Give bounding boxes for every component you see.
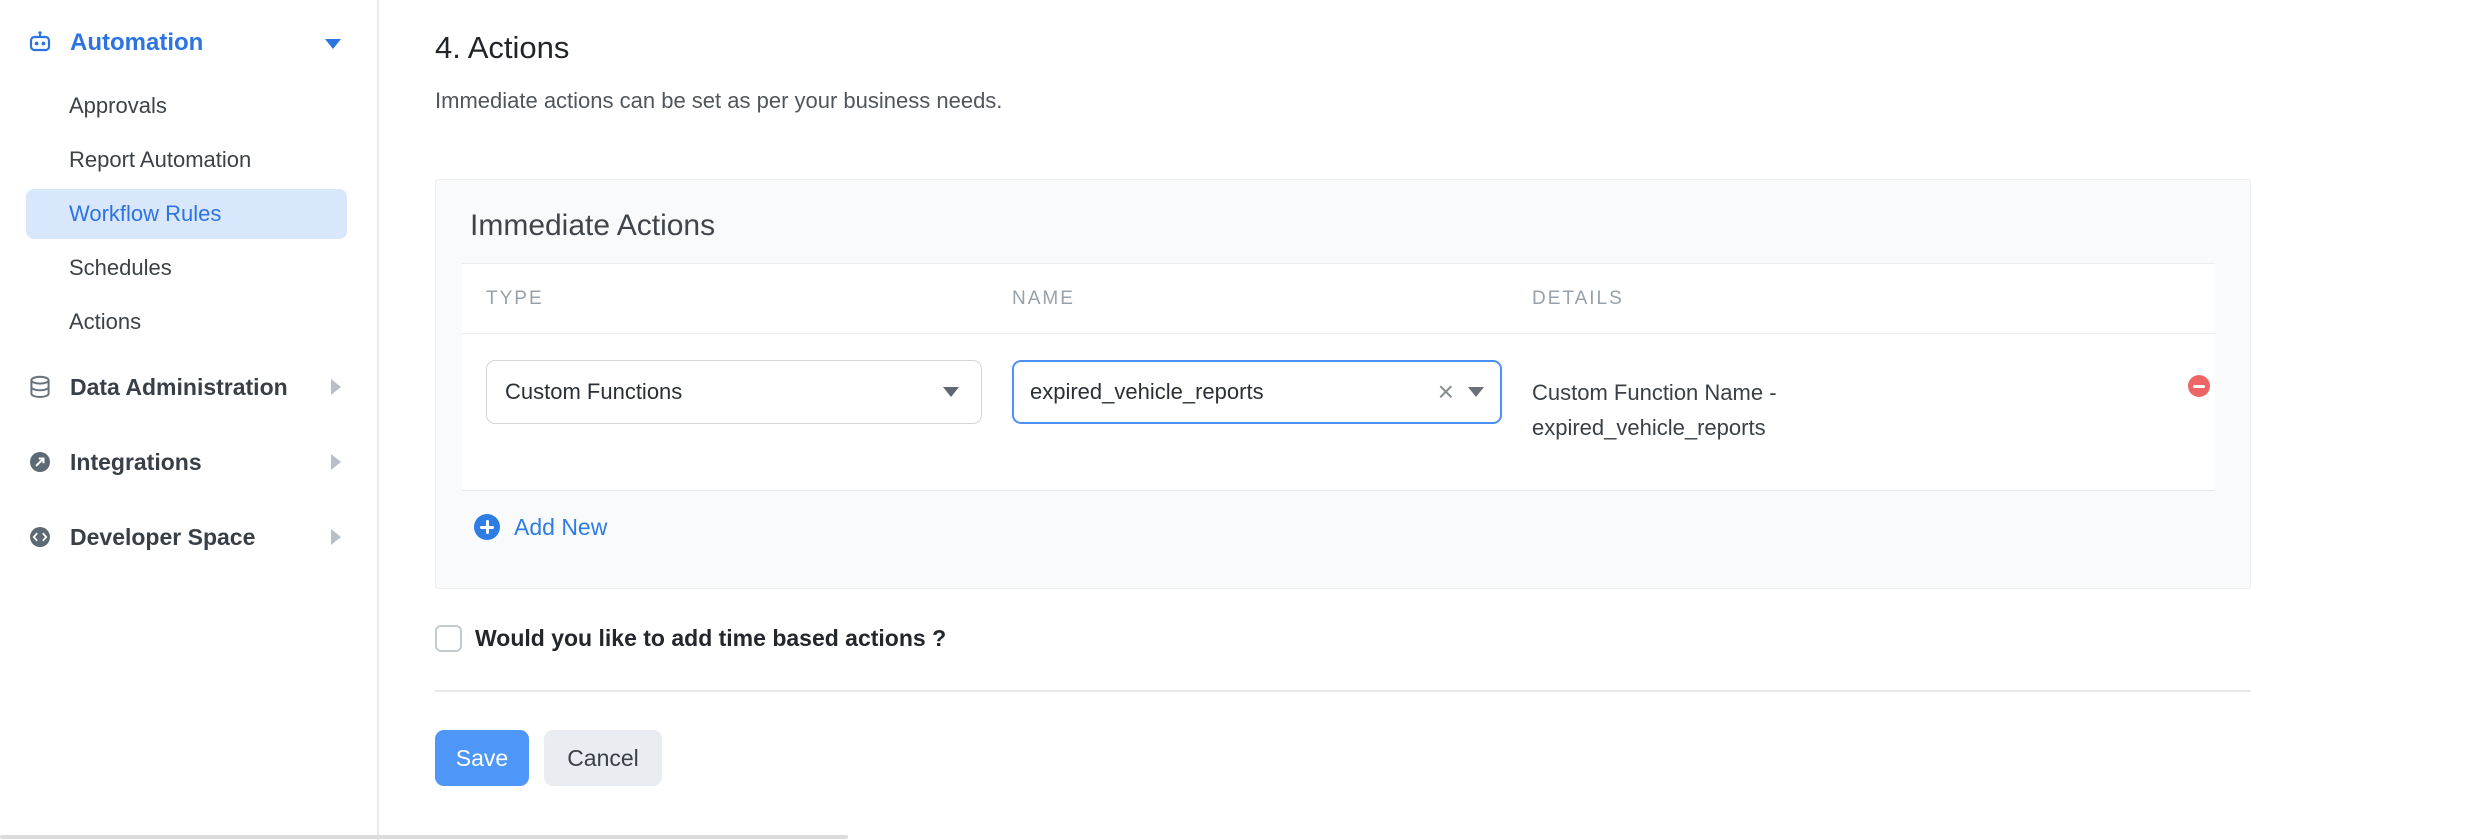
remove-action-button[interactable] (2188, 375, 2210, 397)
function-name-input[interactable] (1014, 379, 1438, 405)
horizontal-scrollbar[interactable] (0, 835, 848, 839)
action-type-value: Custom Functions (487, 379, 943, 405)
sidebar: Automation Approvals Report Automation W… (0, 0, 379, 840)
add-new-label: Add New (514, 514, 607, 541)
chevron-down-icon (325, 39, 341, 49)
page-title: 4. Actions (435, 30, 569, 66)
time-based-actions-row: Would you like to add time based actions… (435, 622, 946, 654)
sidebar-item-actions[interactable]: Actions (26, 297, 347, 347)
time-based-actions-label: Would you like to add time based actions… (475, 625, 946, 652)
sidebar-sections: Data Administration Integrations (0, 357, 377, 582)
table-header-row: TYPE NAME DETAILS (462, 264, 2215, 334)
cancel-button[interactable]: Cancel (544, 730, 662, 786)
add-new-button[interactable]: Add New (474, 514, 607, 540)
code-icon (27, 524, 53, 550)
time-based-actions-checkbox[interactable] (435, 625, 462, 652)
sidebar-item-schedules[interactable]: Schedules (26, 243, 347, 293)
chevron-down-icon (943, 387, 959, 397)
sidebar-item-approvals[interactable]: Approvals (26, 81, 347, 131)
form-actions: Save Cancel (435, 730, 662, 786)
action-details: Custom Function Name - expired_vehicle_r… (1532, 375, 2152, 445)
table-row: Custom Functions × Custom Function Name … (462, 334, 2215, 491)
sidebar-item-workflow-rules[interactable]: Workflow Rules (26, 189, 347, 239)
immediate-actions-card: Immediate Actions TYPE NAME DETAILS Cust… (435, 179, 2251, 589)
save-button[interactable]: Save (435, 730, 529, 786)
chevron-right-icon (331, 529, 341, 545)
chevron-right-icon (331, 379, 341, 395)
sidebar-item-data-administration[interactable]: Data Administration (0, 357, 377, 417)
clear-icon[interactable]: × (1438, 378, 1454, 406)
automation-subnav: Approvals Report Automation Workflow Rul… (0, 81, 377, 351)
chevron-down-icon[interactable] (1468, 387, 1484, 397)
integrations-icon (27, 449, 53, 475)
database-icon (27, 374, 53, 400)
automation-icon (27, 30, 53, 56)
column-header-name: NAME (1012, 288, 1075, 310)
sidebar-item-label: Integrations (70, 449, 202, 476)
function-name-combobox: × (1012, 360, 1502, 424)
column-header-details: DETAILS (1532, 288, 1624, 310)
divider (435, 690, 2251, 692)
chevron-right-icon (331, 454, 341, 470)
sidebar-item-developer-space[interactable]: Developer Space (0, 507, 377, 567)
workflow-rules-actions-page: Automation Approvals Report Automation W… (0, 0, 2488, 840)
details-line: expired_vehicle_reports (1532, 415, 1766, 440)
column-header-type: TYPE (486, 288, 544, 310)
plus-icon (474, 514, 500, 540)
card-title: Immediate Actions (470, 209, 715, 243)
details-line: Custom Function Name - (1532, 380, 1777, 405)
page-subtitle: Immediate actions can be set as per your… (435, 88, 1002, 114)
sidebar-item-label: Developer Space (70, 524, 255, 551)
sidebar-item-report-automation[interactable]: Report Automation (26, 135, 347, 185)
sidebar-item-integrations[interactable]: Integrations (0, 432, 377, 492)
sidebar-item-label: Data Administration (70, 374, 288, 401)
sidebar-section-automation-label: Automation (70, 29, 203, 57)
action-type-select[interactable]: Custom Functions (486, 360, 982, 424)
actions-table: TYPE NAME DETAILS Custom Functions × Cus… (462, 263, 2215, 491)
sidebar-section-automation[interactable]: Automation (0, 16, 377, 70)
